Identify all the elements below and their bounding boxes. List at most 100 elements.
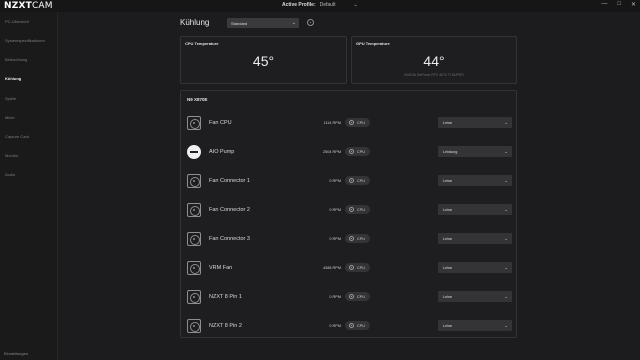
close-icon[interactable]: ✕ (631, 1, 636, 8)
fan-row: Fan Connector 2 0 RPM CPU Leise ⌄ (181, 196, 517, 225)
cpu-chip-icon (349, 149, 354, 154)
temp-source-label: CPU (357, 207, 366, 212)
fan-icon (187, 116, 201, 130)
sidebar-item-mixer[interactable]: Mixer (5, 115, 15, 120)
sidebar-item-audio[interactable]: Audio (5, 172, 15, 177)
active-profile-selector[interactable]: Active Profile: Default ⌄ (282, 2, 358, 9)
fan-icon (187, 290, 201, 304)
fan-rpm: 0 RPM (329, 324, 341, 328)
temp-source-pill[interactable]: CPU (345, 292, 370, 301)
fan-mode-value: Leise (443, 265, 453, 270)
cpu-chip-icon (349, 120, 354, 125)
temp-source-label: CPU (357, 120, 366, 125)
device-fan-panel: N9 X870E Fan CPU 1114 RPM CPU Leise ⌄ AIO… (180, 90, 517, 338)
gpu-model-name: NVIDIA GeForce RTX 4070 Ti SUPER (404, 73, 464, 77)
fan-row: NZXT 8 Pin 1 0 RPM CPU Leise ⌄ (181, 283, 517, 312)
window-controls: — □ ✕ (601, 1, 636, 8)
fan-name: NZXT 8 Pin 1 (209, 294, 242, 300)
cpu-chip-icon (349, 207, 354, 212)
sidebar-item-system-specs[interactable]: Systemspezifikationen (5, 38, 45, 43)
chevron-down-icon: ⌄ (504, 177, 508, 183)
fan-rpm: 0 RPM (329, 179, 341, 183)
fan-rpm: 0 RPM (329, 208, 341, 212)
cpu-temperature-label: CPU Temperature (185, 41, 219, 46)
page-title: Kühlung (180, 18, 210, 27)
fan-rpm: 2504 RPM (323, 150, 341, 154)
chevron-down-icon: ⌄ (291, 20, 296, 26)
fan-mode-select[interactable]: Leise ⌄ (438, 320, 512, 331)
fan-row: AIO Pump 2504 RPM CPU Leistung ⌄ (181, 138, 517, 167)
cooling-profile-value: Standard (231, 21, 248, 26)
fan-icon (187, 319, 201, 333)
temp-source-pill[interactable]: CPU (345, 205, 370, 214)
cpu-chip-icon (349, 265, 354, 270)
chevron-down-icon: ⌄ (504, 293, 508, 299)
temp-source-pill[interactable]: CPU (345, 176, 370, 185)
fan-mode-value: Leise (443, 323, 453, 328)
fan-mode-select[interactable]: Leistung ⌄ (438, 146, 512, 157)
temp-source-pill[interactable]: CPU (345, 118, 370, 127)
fan-row: VRM Fan 4388 RPM CPU Leise ⌄ (181, 254, 517, 283)
minimize-icon[interactable]: — (601, 1, 607, 8)
fan-mode-value: Leise (443, 236, 453, 241)
chevron-down-icon: ⌄ (504, 235, 508, 241)
gear-icon[interactable] (307, 19, 314, 26)
cpu-temperature-card: CPU Temperature 45° (180, 36, 347, 84)
cpu-chip-icon (349, 236, 354, 241)
chevron-down-icon: ⌄ (504, 119, 508, 125)
fan-mode-value: Leise (443, 207, 453, 212)
fan-row: Fan Connector 1 0 RPM CPU Leise ⌄ (181, 167, 517, 196)
temp-source-label: CPU (357, 265, 366, 270)
fan-mode-value: Leise (443, 178, 453, 183)
chevron-down-icon: ⌄ (353, 2, 358, 8)
temp-source-pill[interactable]: CPU (345, 234, 370, 243)
fan-name: Fan Connector 2 (209, 207, 250, 213)
chevron-down-icon: ⌄ (504, 264, 508, 270)
temp-source-pill[interactable]: CPU (345, 263, 370, 272)
fan-mode-select[interactable]: Leise ⌄ (438, 175, 512, 186)
app-logo: NZXTCAM (4, 1, 53, 11)
sidebar-item-cooling[interactable]: Kühlung (5, 76, 21, 81)
sidebar-item-monitor[interactable]: Monitor (5, 153, 18, 158)
fan-mode-select[interactable]: Leise ⌄ (438, 291, 512, 302)
fan-mode-value: Leistung (443, 149, 458, 154)
fan-name: VRM Fan (209, 265, 233, 271)
temp-source-label: CPU (357, 323, 366, 328)
gpu-temperature-card: GPU Temperature 44° NVIDIA GeForce RTX 4… (351, 36, 517, 84)
active-profile-label: Active Profile: (282, 2, 316, 8)
sidebar-item-games[interactable]: Spiele (5, 96, 16, 101)
fan-icon (187, 174, 201, 188)
cooling-profile-select[interactable]: Standard ⌄ (227, 18, 299, 28)
fan-name: Fan Connector 1 (209, 178, 250, 184)
page-header: Kühlung (180, 18, 209, 28)
fan-mode-select[interactable]: Leise ⌄ (438, 117, 512, 128)
chevron-down-icon: ⌄ (504, 148, 508, 154)
sidebar-item-capture-card[interactable]: Capture Card (5, 134, 29, 139)
temp-source-pill[interactable]: CPU (345, 321, 370, 330)
fan-mode-select[interactable]: Leise ⌄ (438, 204, 512, 215)
fan-icon (187, 261, 201, 275)
fan-rpm: 4388 RPM (323, 266, 341, 270)
fan-mode-select[interactable]: Leise ⌄ (438, 262, 512, 273)
fan-rpm: 0 RPM (329, 295, 341, 299)
fan-mode-value: Leise (443, 120, 453, 125)
temp-source-label: CPU (357, 149, 366, 154)
fan-row: Fan Connector 3 0 RPM CPU Leise ⌄ (181, 225, 517, 254)
sidebar-item-pc-overview[interactable]: PC-Übersicht (5, 19, 29, 24)
maximize-icon[interactable]: □ (617, 1, 621, 8)
fan-row: Fan CPU 1114 RPM CPU Leise ⌄ (181, 109, 517, 138)
active-profile-value: Default (319, 2, 336, 8)
fan-rpm: 1114 RPM (323, 121, 341, 125)
chevron-down-icon: ⌄ (504, 322, 508, 328)
fan-mode-select[interactable]: Leise ⌄ (438, 233, 512, 244)
cpu-chip-icon (349, 178, 354, 183)
fan-name: AIO Pump (209, 149, 235, 155)
temp-source-pill[interactable]: CPU (345, 147, 370, 156)
fan-mode-value: Leise (443, 294, 453, 299)
pump-icon (187, 145, 201, 159)
sidebar-item-lighting[interactable]: Beleuchtung (5, 57, 27, 62)
sidebar-item-settings[interactable]: Einstellungen (4, 351, 28, 356)
gpu-temperature-value: 44° (423, 53, 445, 69)
fan-row: NZXT 8 Pin 2 0 RPM CPU Leise ⌄ (181, 312, 517, 341)
cpu-temperature-value: 45° (252, 53, 275, 69)
